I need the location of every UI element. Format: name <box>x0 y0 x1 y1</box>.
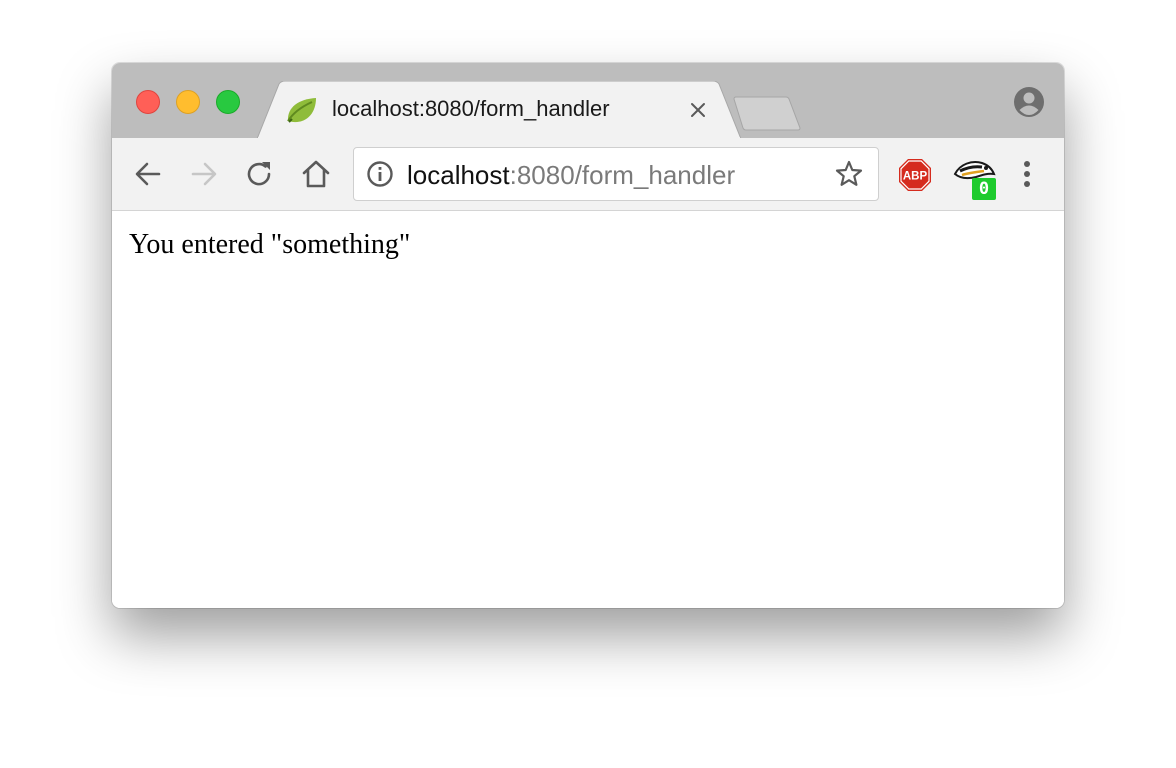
spring-leaf-icon <box>287 98 316 123</box>
zoom-window-button[interactable] <box>216 90 240 114</box>
new-tab-button[interactable] <box>732 96 802 132</box>
url-host: localhost <box>407 160 510 190</box>
address-bar[interactable]: localhost:8080/form_handler <box>353 147 879 201</box>
privacy-badger-count: 0 <box>972 178 996 200</box>
home-icon[interactable] <box>300 158 332 190</box>
forward-arrow-icon[interactable] <box>188 158 220 190</box>
page-message: You entered "something" <box>129 229 411 260</box>
back-arrow-icon[interactable] <box>132 158 164 190</box>
page-content: You entered "something" <box>112 212 1064 608</box>
tab-active[interactable]: localhost:8080/form_handler <box>257 81 741 139</box>
adblock-plus-icon[interactable]: ABP <box>898 158 932 192</box>
tab-title: localhost:8080/form_handler <box>332 96 610 121</box>
close-window-button[interactable] <box>136 90 160 114</box>
star-icon[interactable] <box>834 159 864 189</box>
url-path: :8080/form_handler <box>509 160 736 190</box>
minimize-window-button[interactable] <box>176 90 200 114</box>
url-text[interactable]: localhost:8080/form_handler <box>407 160 735 190</box>
title-bar: localhost:8080/form_handler <box>112 63 1064 139</box>
abp-label: ABP <box>903 171 928 183</box>
profile-icon[interactable] <box>1012 85 1046 119</box>
toolbar: localhost:8080/form_handler ABP 0 <box>112 138 1064 211</box>
browser-window: localhost:8080/form_handler localhost:80… <box>112 63 1064 608</box>
close-icon[interactable] <box>687 99 709 121</box>
reload-icon[interactable] <box>244 158 276 190</box>
info-icon[interactable] <box>366 160 394 188</box>
more-vert-icon[interactable] <box>1014 158 1040 190</box>
